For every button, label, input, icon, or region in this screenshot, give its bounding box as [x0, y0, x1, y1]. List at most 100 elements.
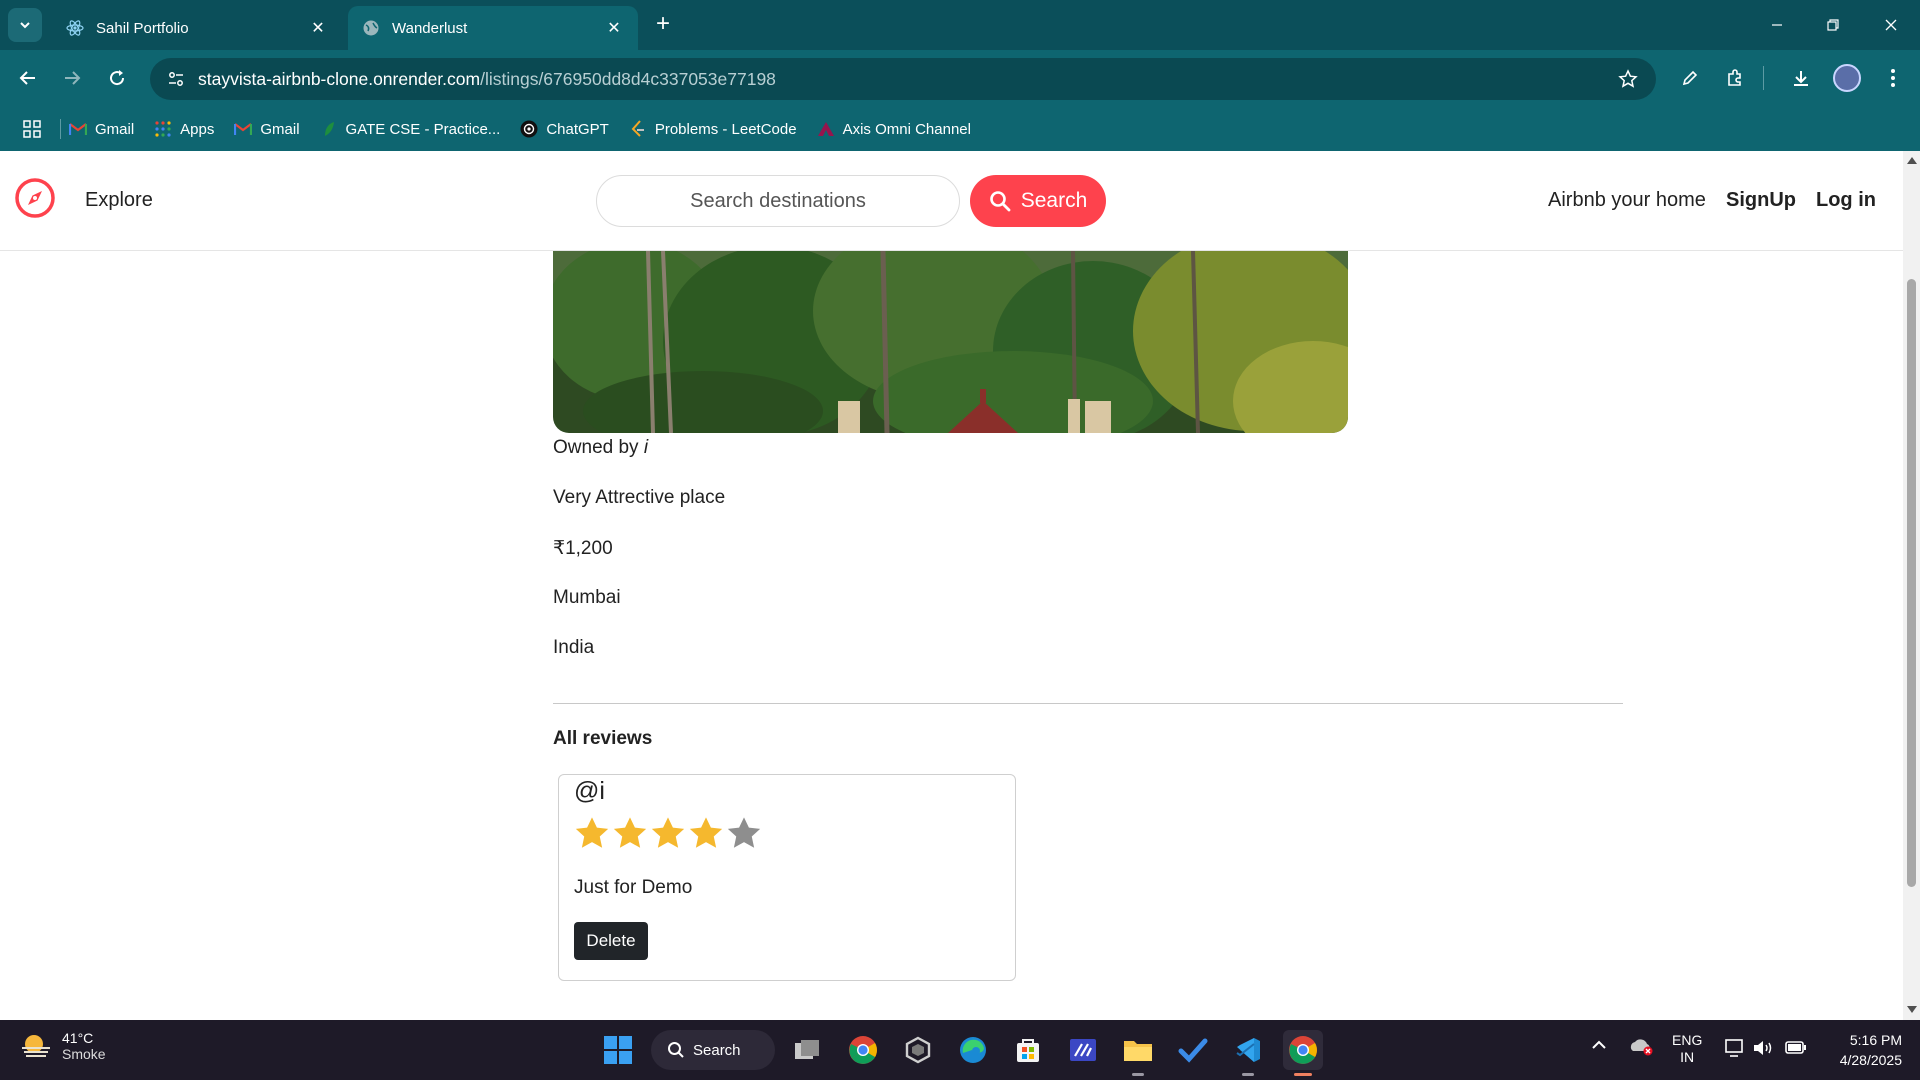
apps-grid-icon[interactable] [16, 113, 48, 145]
more-menu-icon[interactable] [1877, 62, 1909, 94]
restore-button[interactable] [1818, 10, 1848, 40]
onedrive-icon[interactable] [1628, 1036, 1654, 1059]
reviews-heading: All reviews [553, 728, 653, 749]
scroll-thumb[interactable] [1907, 279, 1916, 887]
chevron-down-icon [20, 22, 30, 29]
file-explorer-icon[interactable] [1118, 1030, 1158, 1076]
address-bar[interactable]: stayvista-airbnb-clone.onrender.com/list… [150, 58, 1656, 100]
bookmark-star-icon[interactable] [1616, 67, 1640, 91]
windows-start-button[interactable] [601, 1033, 635, 1067]
battery-icon[interactable] [1784, 1038, 1808, 1059]
leetcode-icon [629, 120, 647, 138]
site-navbar: Explore Search destinations Search Airbn… [0, 151, 1903, 251]
visual-studio-icon[interactable] [1063, 1030, 1103, 1070]
url-path: /listings/676950dd8d4c337053e77198 [480, 68, 776, 89]
compass-icon[interactable] [14, 177, 56, 219]
tab-search-button[interactable] [8, 8, 42, 42]
volume-icon[interactable] [1752, 1038, 1774, 1061]
search-button-label: Search [1020, 189, 1088, 212]
bookmark-leetcode[interactable]: Problems - LeetCode [629, 120, 797, 138]
bookmark-apps[interactable]: Apps [154, 120, 214, 138]
bookmarks-divider [60, 119, 61, 139]
task-view-icon[interactable] [788, 1030, 828, 1070]
profile-avatar[interactable] [1833, 64, 1861, 92]
search-destinations-input[interactable]: Search destinations [596, 175, 960, 227]
bookmark-chatgpt[interactable]: ChatGPT [520, 120, 609, 138]
tab-wanderlust[interactable]: Wanderlust ✕ [348, 6, 638, 50]
review-comment: Just for Demo [574, 877, 693, 898]
extensions-icon[interactable] [1719, 62, 1751, 94]
network-icon[interactable] [1724, 1038, 1746, 1061]
vscode-icon[interactable] [1228, 1030, 1268, 1076]
search-button[interactable]: Search [970, 175, 1106, 227]
edge-icon[interactable] [953, 1030, 993, 1070]
bookmark-axis[interactable]: Axis Omni Channel [817, 120, 971, 138]
bookmark-label: Gmail [95, 120, 135, 138]
review-author: @i [574, 777, 605, 805]
gmail-icon [234, 120, 253, 138]
apps-grid-icon [154, 120, 172, 138]
bookmark-gmail[interactable]: Gmail [69, 120, 134, 138]
bookmark-label: ChatGPT [546, 120, 609, 138]
url-host: stayvista-airbnb-clone.onrender.com [198, 68, 481, 89]
chevron-up-icon[interactable] [1590, 1038, 1608, 1054]
system-clock[interactable]: 5:16 PM 4/28/2025 [1822, 1030, 1902, 1070]
close-icon[interactable]: ✕ [308, 18, 328, 38]
bookmark-gmail-2[interactable]: Gmail [234, 120, 300, 138]
star-empty-icon [727, 817, 761, 848]
tab-title: Sahil Portfolio [96, 19, 189, 37]
close-window-button[interactable] [1876, 10, 1906, 40]
running-indicator [1294, 1073, 1312, 1076]
star-filled-icon [613, 817, 647, 848]
login-link[interactable]: Log in [1816, 189, 1876, 212]
back-button[interactable] [12, 62, 44, 94]
chatgpt-icon [520, 120, 538, 138]
explore-link[interactable]: Explore [85, 189, 153, 212]
gmail-icon [69, 120, 87, 138]
microsoft-store-icon[interactable] [1008, 1030, 1048, 1070]
weather-temp: 41°C [62, 1030, 94, 1046]
bookmark-label: Gmail [260, 120, 300, 138]
bookmark-label: Problems - LeetCode [654, 120, 797, 138]
pen-icon[interactable] [1674, 62, 1706, 94]
close-icon[interactable]: ✕ [604, 18, 624, 38]
weather-condition: Smoke [62, 1046, 106, 1062]
signup-link[interactable]: SignUp [1726, 189, 1796, 212]
running-indicator [1242, 1073, 1254, 1076]
star-filled-icon [575, 817, 609, 848]
taskbar-search-label: Search [693, 1041, 741, 1059]
owned-by-label: Owned by [553, 437, 639, 458]
download-icon[interactable] [1785, 62, 1817, 94]
taskbar-search[interactable]: Search [651, 1030, 775, 1070]
scroll-up-arrow[interactable] [1907, 157, 1917, 164]
bookmark-gate-cse[interactable]: GATE CSE - Practice... [320, 120, 500, 138]
tab-sahil-portfolio[interactable]: Sahil Portfolio ✕ [52, 6, 342, 50]
delete-review-button[interactable]: Delete [574, 922, 648, 960]
todo-icon[interactable] [1173, 1030, 1213, 1070]
language-code: ENG [1672, 1032, 1703, 1048]
region-code: IN [1680, 1049, 1695, 1065]
chrome-icon[interactable] [843, 1030, 883, 1070]
listing-location: Mumbai [553, 587, 621, 608]
owned-by: Owned by i [553, 437, 648, 459]
site-info-icon[interactable] [156, 59, 196, 99]
windows-taskbar: 41°C Smoke Search ENG IN 5:16 PM 4/28/20… [0, 1020, 1920, 1080]
language-indicator[interactable]: ENG IN [1672, 1032, 1702, 1066]
chrome-active-icon[interactable] [1283, 1030, 1323, 1076]
app-cube-icon[interactable] [898, 1030, 938, 1070]
browser-toolbar: stayvista-airbnb-clone.onrender.com/list… [0, 50, 1920, 107]
airbnb-your-home-link[interactable]: Airbnb your home [1548, 189, 1706, 212]
minimize-icon [1772, 24, 1782, 26]
owner-name: i [643, 437, 649, 458]
star-rating [573, 815, 763, 853]
search-icon [668, 1042, 684, 1058]
new-tab-button[interactable]: + [650, 12, 676, 38]
forward-button[interactable] [56, 62, 88, 94]
star-filled-icon [689, 817, 723, 848]
globe-icon [362, 19, 380, 37]
weather-widget[interactable]: 41°C Smoke [20, 1030, 106, 1062]
minimize-button[interactable] [1762, 10, 1792, 40]
page-scrollbar[interactable] [1903, 151, 1920, 1020]
reload-button[interactable] [101, 62, 133, 94]
scroll-down-arrow[interactable] [1907, 1006, 1917, 1013]
